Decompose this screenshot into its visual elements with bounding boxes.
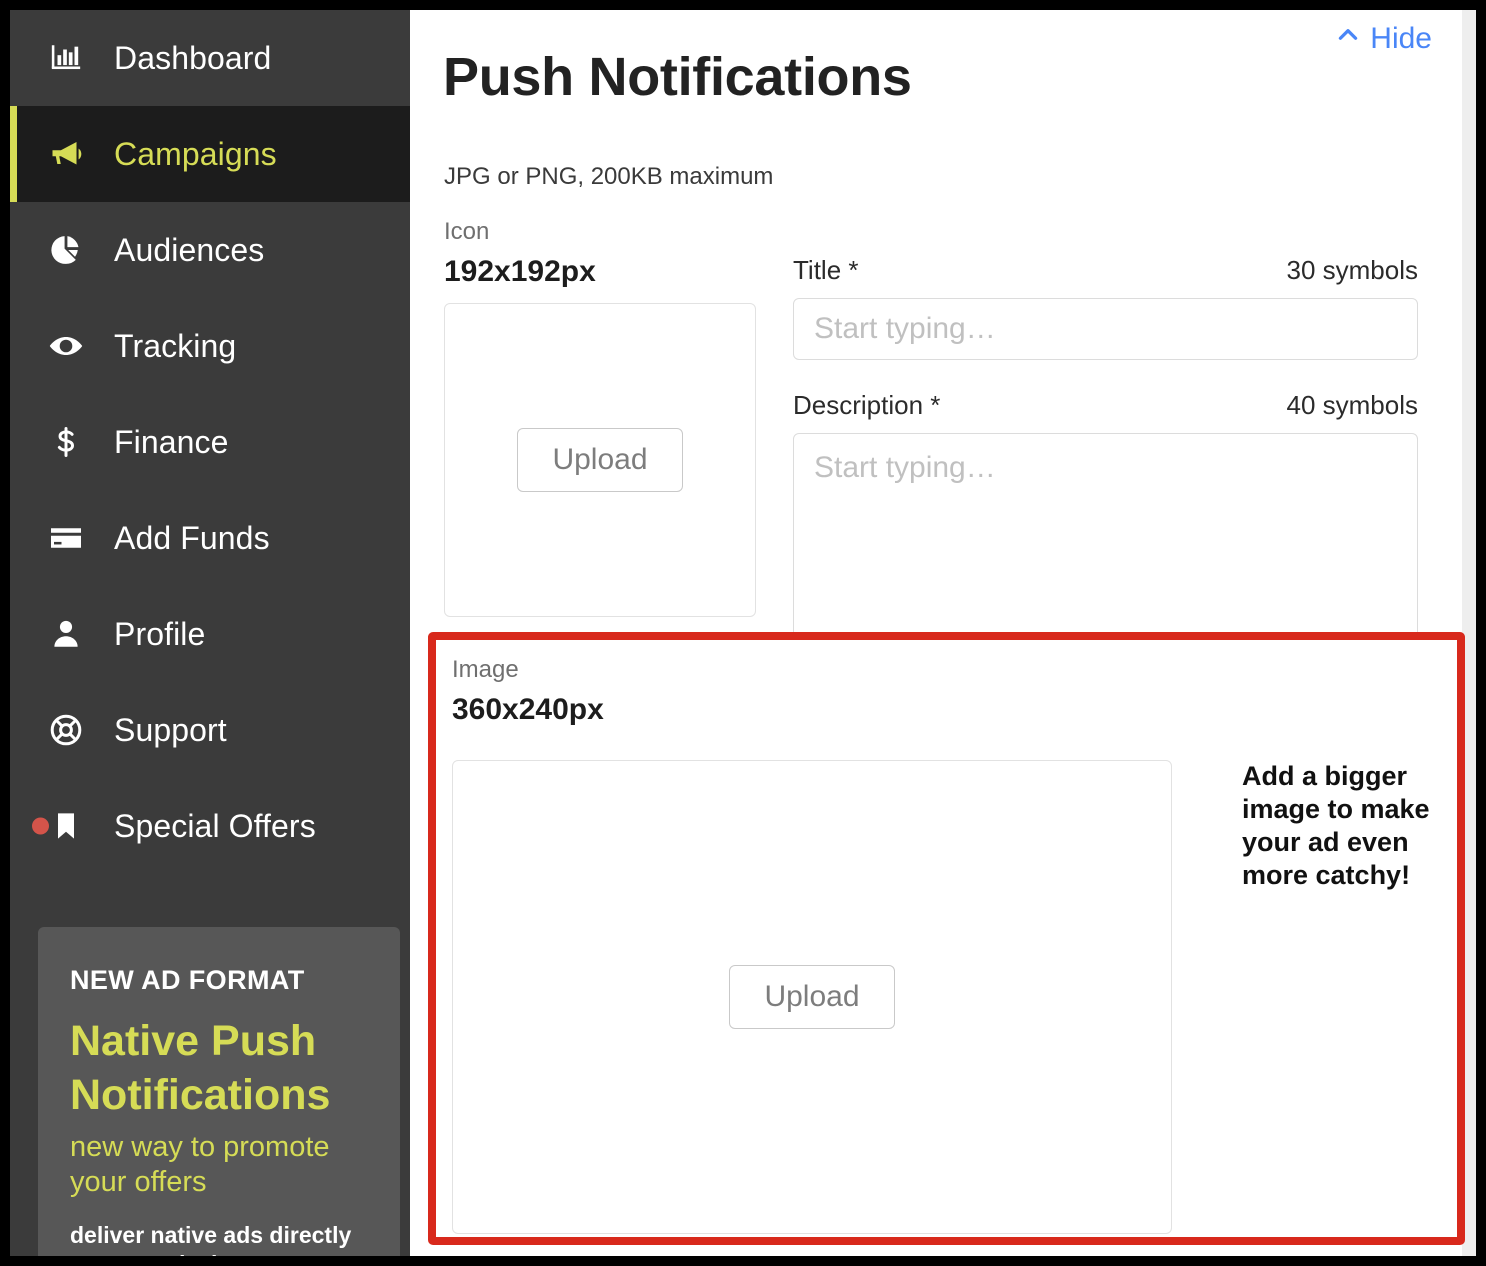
promo-subtitle: new way to promote your offers — [70, 1131, 330, 1198]
sidebar-item-label: Add Funds — [114, 519, 270, 556]
sidebar-item-label: Support — [114, 711, 227, 748]
sidebar: Dashboard Campaigns Audiences Tracking F… — [10, 10, 410, 1256]
text-fields-group: Title * 30 symbols Description * 40 symb… — [793, 255, 1418, 648]
sidebar-item-profile[interactable]: Profile — [10, 586, 410, 682]
description-field-label: Description * — [793, 390, 940, 421]
title-char-counter: 30 symbols — [1286, 255, 1419, 285]
promo-description: deliver native ads directly to user's de… — [70, 1221, 352, 1256]
image-field-dimensions: 360x240px — [452, 693, 604, 726]
description-char-counter: 40 symbols — [1286, 390, 1419, 420]
icon-field-dimensions: 192x192px — [444, 255, 596, 288]
format-note: JPG or PNG, 200KB maximum — [444, 163, 774, 190]
sidebar-item-label: Special Offers — [114, 807, 316, 844]
sidebar-item-label: Profile — [114, 615, 206, 652]
dollar-icon — [44, 425, 88, 459]
main-area: Hide Push Notifications JPG or PNG, 200K… — [410, 10, 1476, 1256]
description-required-mark: * — [930, 390, 941, 420]
sidebar-item-tracking[interactable]: Tracking — [10, 298, 410, 394]
promo-eyebrow: NEW AD FORMAT — [70, 965, 305, 995]
hide-toggle-label: Hide — [1370, 22, 1432, 55]
eye-icon — [44, 328, 88, 364]
sidebar-item-label: Finance — [114, 423, 229, 460]
icon-field-group: Icon 192x192px Upload — [444, 218, 756, 617]
image-field-caption: Image — [452, 656, 519, 683]
icon-upload-dropzone[interactable]: Upload — [444, 303, 756, 617]
icon-upload-button[interactable]: Upload — [517, 428, 683, 492]
sidebar-item-finance[interactable]: Finance — [10, 394, 410, 490]
title-input[interactable] — [793, 298, 1418, 360]
image-upload-dropzone[interactable]: Upload — [452, 760, 1172, 1234]
notification-dot — [32, 817, 49, 835]
sidebar-item-dashboard[interactable]: Dashboard — [10, 10, 410, 106]
app-window: Dashboard Campaigns Audiences Tracking F… — [10, 10, 1476, 1256]
sidebar-item-campaigns[interactable]: Campaigns — [10, 106, 410, 202]
title-field-header: Title * 30 symbols — [793, 255, 1418, 286]
promo-title: Native Push Notifications — [70, 1017, 331, 1120]
lifebuoy-icon — [44, 712, 88, 748]
sidebar-item-label: Audiences — [114, 231, 265, 268]
hide-toggle-button[interactable]: Hide — [1335, 22, 1432, 56]
page-title: Push Notifications — [443, 47, 912, 107]
chevron-up-icon — [1335, 22, 1361, 56]
pie-chart-icon — [44, 233, 88, 267]
megaphone-icon — [44, 136, 88, 172]
main-content: Hide Push Notifications JPG or PNG, 200K… — [410, 10, 1465, 1256]
description-field-header: Description * 40 symbols — [793, 390, 1418, 421]
title-label-text: Title — [793, 255, 842, 285]
sidebar-item-label: Tracking — [114, 327, 237, 364]
title-required-mark: * — [848, 255, 859, 285]
user-icon — [44, 617, 88, 651]
sidebar-item-label: Campaigns — [114, 135, 277, 172]
image-upload-button[interactable]: Upload — [729, 965, 895, 1029]
sidebar-item-add-funds[interactable]: Add Funds — [10, 490, 410, 586]
sidebar-item-audiences[interactable]: Audiences — [10, 202, 410, 298]
promo-card-native-push[interactable]: NEW AD FORMAT Native Push Notifications … — [38, 927, 400, 1256]
image-field-highlight-box: Image 360x240px Upload Add a bigger imag… — [428, 632, 1465, 1245]
bookmark-icon — [44, 810, 88, 842]
sidebar-item-special-offers[interactable]: Special Offers — [10, 778, 410, 874]
description-label-text: Description — [793, 390, 924, 420]
description-textarea[interactable] — [793, 433, 1418, 643]
title-field-label: Title * — [793, 255, 859, 286]
credit-card-icon — [44, 520, 88, 556]
sidebar-item-support[interactable]: Support — [10, 682, 410, 778]
image-field-group: Image 360x240px Upload Add a bigger imag… — [452, 656, 1447, 1237]
bar-chart-icon — [44, 41, 88, 75]
image-field-hint: Add a bigger image to make your ad even … — [1242, 761, 1430, 890]
sidebar-item-label: Dashboard — [114, 39, 272, 76]
icon-field-caption: Icon — [444, 218, 490, 245]
